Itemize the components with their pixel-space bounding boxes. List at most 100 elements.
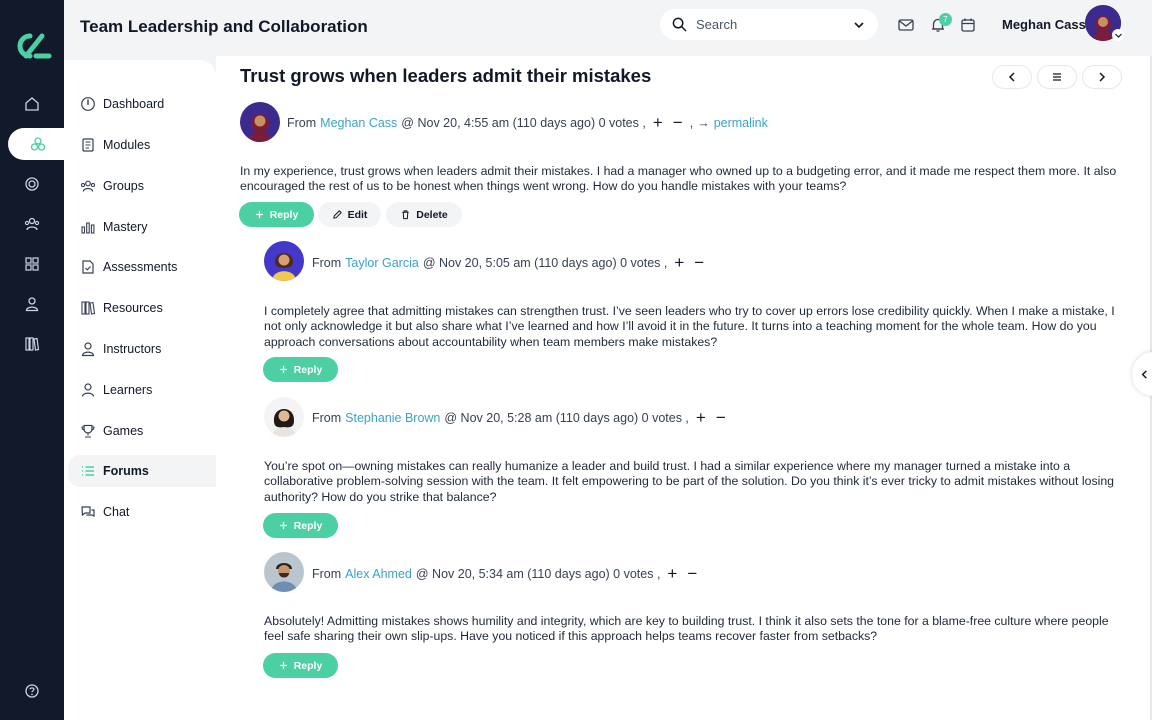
calendar-icon[interactable] <box>959 16 977 34</box>
author-link[interactable]: Taylor Garcia <box>345 256 419 270</box>
sidebar-item-dashboard[interactable]: Dashboard <box>68 88 216 120</box>
user-menu-button[interactable] <box>1112 29 1124 41</box>
search-box[interactable] <box>660 9 878 40</box>
pencil-icon <box>332 210 342 219</box>
downvote-button[interactable]: − <box>691 254 707 271</box>
reply-label: Reply <box>293 659 323 672</box>
chevron-right-icon <box>1099 72 1106 82</box>
downvote-button[interactable]: − <box>684 565 700 582</box>
sidebar-item-label: Mastery <box>103 220 148 234</box>
sidebar-item-resources[interactable]: Resources <box>68 292 216 324</box>
reply-button[interactable]: Reply <box>239 202 314 227</box>
assessments-icon <box>82 260 94 274</box>
delete-label: Delete <box>416 208 448 221</box>
post-meta: From Meghan Cass @ Nov 20, 4:55 am (110 … <box>287 114 768 131</box>
sidebar-item-label: Assessments <box>103 260 178 274</box>
author-link[interactable]: Alex Ahmed <box>345 567 412 581</box>
plus-icon <box>279 521 287 530</box>
mail-icon[interactable] <box>897 16 915 34</box>
sidebar-nav: Dashboard Modules Groups Mastery Assessm… <box>64 60 216 720</box>
course-title: Team Leadership and Collaboration <box>80 17 368 36</box>
search-dropdown-button[interactable] <box>848 14 870 36</box>
reply-button[interactable]: Reply <box>263 653 338 678</box>
users-icon[interactable] <box>0 208 64 240</box>
target-icon[interactable] <box>0 168 64 200</box>
from-label: From <box>312 255 342 270</box>
from-label: From <box>312 410 342 425</box>
post-body: I completely agree that admitting mistak… <box>264 304 1115 349</box>
post-timestamp: @ Nov 20, 4:55 am (110 days ago) 0 votes… <box>401 115 646 130</box>
chevron-down-icon <box>854 22 864 29</box>
sidebar-item-instructors[interactable]: Instructors <box>68 333 216 365</box>
sidebar-item-label: Groups <box>103 179 144 193</box>
edit-button[interactable]: Edit <box>318 202 381 227</box>
reply-button[interactable]: Reply <box>263 357 338 382</box>
post-body: You’re spot on—owning mistakes can reall… <box>264 459 1115 504</box>
chevron-left-icon <box>1141 369 1147 379</box>
chevron-left-icon <box>1008 72 1015 82</box>
sidebar-item-chat[interactable]: Chat <box>68 496 216 528</box>
user-name[interactable]: Meghan Cass <box>1002 17 1086 32</box>
modules-icon[interactable] <box>8 128 68 160</box>
author-link[interactable]: Stephanie Brown <box>345 411 440 425</box>
upvote-button[interactable]: + <box>664 565 680 582</box>
reply-button[interactable]: Reply <box>263 513 338 538</box>
permalink-link[interactable]: permalink <box>714 116 768 130</box>
upvote-button[interactable]: + <box>650 114 666 131</box>
sidebar-item-label: Dashboard <box>103 97 165 111</box>
downvote-button[interactable]: − <box>670 114 686 131</box>
from-label: From <box>287 115 317 130</box>
notification-badge: 7 <box>939 13 952 26</box>
forums-icon <box>82 466 94 476</box>
plus-icon <box>279 661 287 670</box>
instructors-icon <box>81 342 95 357</box>
upvote-button[interactable]: + <box>693 409 709 426</box>
sidebar-item-label: Forums <box>103 464 149 478</box>
app-logo[interactable] <box>12 30 52 62</box>
search-input[interactable] <box>696 15 846 33</box>
dashboard-icon <box>81 97 95 111</box>
sidebar-item-label: Modules <box>103 138 151 152</box>
author-avatar <box>264 241 304 281</box>
sidebar-item-modules[interactable]: Modules <box>68 129 216 161</box>
plus-icon <box>255 210 263 219</box>
plus-icon <box>279 365 287 374</box>
sidebar-item-label: Resources <box>103 301 163 315</box>
mastery-icon <box>81 222 95 234</box>
sidebar-item-games[interactable]: Games <box>68 415 216 447</box>
help-icon[interactable] <box>0 675 64 707</box>
sidebar-item-label: Games <box>103 424 144 438</box>
author-link[interactable]: Meghan Cass <box>320 116 397 130</box>
post-timestamp: @ Nov 20, 5:05 am (110 days ago) 0 votes… <box>422 255 668 270</box>
trash-icon <box>402 210 409 220</box>
sidebar-item-mastery[interactable]: Mastery <box>68 211 216 243</box>
sidebar-item-forums[interactable]: Forums <box>68 455 216 487</box>
grid-icon[interactable] <box>0 248 64 280</box>
post-body: Absolutely! Admitting mistakes shows hum… <box>264 614 1109 644</box>
home-icon[interactable] <box>0 88 64 120</box>
sidebar-item-label: Learners <box>103 383 153 397</box>
sidebar-item-assessments[interactable]: Assessments <box>68 251 216 283</box>
post-timestamp: @ Nov 20, 5:34 am (110 days ago) 0 votes… <box>415 566 661 581</box>
downvote-button[interactable]: − <box>713 409 729 426</box>
sidebar-item-groups[interactable]: Groups <box>68 170 216 202</box>
search-icon <box>672 17 687 32</box>
chevron-down-icon <box>1114 33 1122 38</box>
upvote-button[interactable]: + <box>671 254 687 271</box>
top-bar: Team Leadership and Collaboration 7 Megh… <box>64 0 1152 56</box>
list-icon <box>1053 73 1061 81</box>
author-avatar <box>240 102 280 142</box>
reply-label: Reply <box>293 363 323 376</box>
thread-list-button[interactable] <box>1037 65 1077 89</box>
previous-thread-button[interactable] <box>992 65 1032 89</box>
delete-button[interactable]: Delete <box>386 202 462 227</box>
sidebar-item-learners[interactable]: Learners <box>68 374 216 406</box>
edit-label: Edit <box>347 208 368 221</box>
games-icon <box>81 424 95 438</box>
library-icon[interactable] <box>0 328 64 360</box>
sidebar-item-label: Instructors <box>103 342 162 356</box>
post-meta: From Stephanie Brown @ Nov 20, 5:28 am (… <box>312 409 729 426</box>
user-icon[interactable] <box>0 288 64 320</box>
chat-icon <box>81 506 95 517</box>
next-thread-button[interactable] <box>1082 65 1122 89</box>
